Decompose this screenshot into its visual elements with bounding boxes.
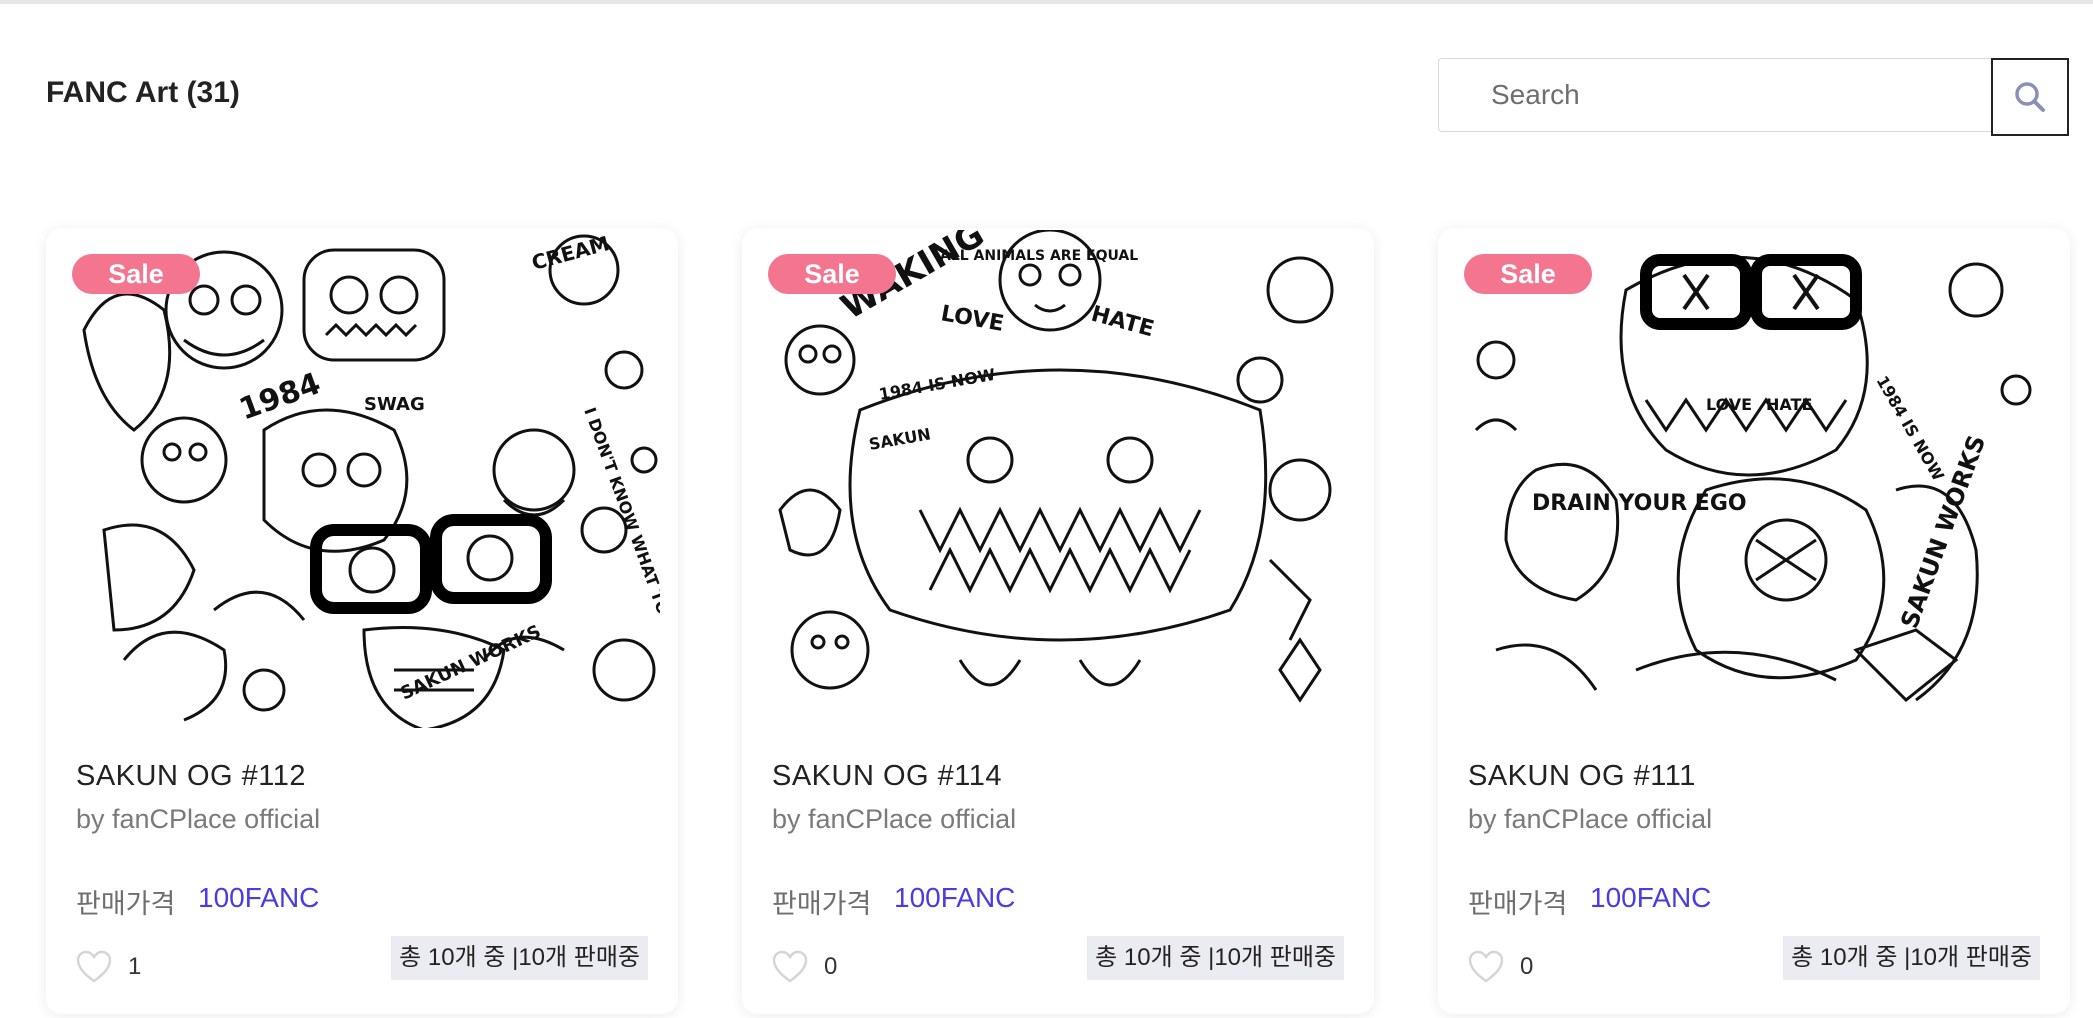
stock-badge: 총 10개 중 |10개 판매중 <box>1783 936 2040 980</box>
stock-badge: 총 10개 중 |10개 판매중 <box>1087 936 1344 980</box>
doodle-art-111: DRAIN YOUR EGO LOVE HATE SAKUN WORKS 198… <box>1456 230 2052 728</box>
price-value: 100FANC <box>198 882 320 913</box>
artwork-image[interactable]: WAKING ALL ANIMALS ARE EQUAL LOVE HATE S… <box>760 230 1356 728</box>
sale-badge: Sale <box>1464 254 1592 294</box>
scribble-text: LOVE <box>1706 395 1752 414</box>
scribble-text: HATE <box>1766 395 1812 414</box>
like-count: 1 <box>128 953 142 980</box>
stock-badge: 총 10개 중 |10개 판매중 <box>391 936 648 980</box>
search-icon <box>2015 82 2045 112</box>
search-button[interactable] <box>1991 58 2069 136</box>
creator-name[interactable]: by fanCPlace official <box>772 804 1016 835</box>
artwork-image[interactable]: DRAIN YOUR EGO LOVE HATE SAKUN WORKS 198… <box>1456 230 2052 728</box>
scribble-text: SWAG <box>364 394 425 415</box>
doodle-art-114: WAKING ALL ANIMALS ARE EQUAL LOVE HATE S… <box>760 230 1356 728</box>
scribble-text: DRAIN YOUR EGO <box>1532 491 1747 516</box>
artwork-image[interactable]: CREAM 1984 SWAG SAKUN WORKS I DON'T KNOW… <box>64 230 660 728</box>
price-label: 판매가격 <box>1468 889 1568 919</box>
card-title[interactable]: SAKUN OG #114 <box>772 760 1002 793</box>
doodle-art-112: CREAM 1984 SWAG SAKUN WORKS I DON'T KNOW… <box>64 230 660 728</box>
creator-name[interactable]: by fanCPlace official <box>1468 804 1712 835</box>
sale-badge: Sale <box>72 254 200 294</box>
price-label: 판매가격 <box>76 889 176 919</box>
sale-badge: Sale <box>768 254 896 294</box>
heart-icon[interactable] <box>1468 950 1504 984</box>
page: FANC Art (31) Search CREAM 1984 SWAG SAK… <box>0 4 2093 1018</box>
creator-name[interactable]: by fanCPlace official <box>76 804 320 835</box>
price-label: 판매가격 <box>772 889 872 919</box>
price-value: 100FANC <box>1590 882 1712 913</box>
search-input[interactable] <box>1438 58 1992 132</box>
price-value: 100FANC <box>894 882 1016 913</box>
nft-card[interactable]: CREAM 1984 SWAG SAKUN WORKS I DON'T KNOW… <box>46 228 678 1014</box>
like-count: 0 <box>1520 953 1534 980</box>
card-title[interactable]: SAKUN OG #112 <box>76 760 306 793</box>
nft-card[interactable]: WAKING ALL ANIMALS ARE EQUAL LOVE HATE S… <box>742 228 1374 1014</box>
heart-icon[interactable] <box>772 950 808 984</box>
page-title: FANC Art (31) <box>46 76 240 109</box>
heart-icon[interactable] <box>76 950 112 984</box>
card-title[interactable]: SAKUN OG #111 <box>1468 760 1696 793</box>
scribble-text: ALL ANIMALS ARE EQUAL <box>940 248 1138 264</box>
nft-card[interactable]: DRAIN YOUR EGO LOVE HATE SAKUN WORKS 198… <box>1438 228 2070 1014</box>
like-count: 0 <box>824 953 838 980</box>
search-bar <box>1438 58 2070 136</box>
